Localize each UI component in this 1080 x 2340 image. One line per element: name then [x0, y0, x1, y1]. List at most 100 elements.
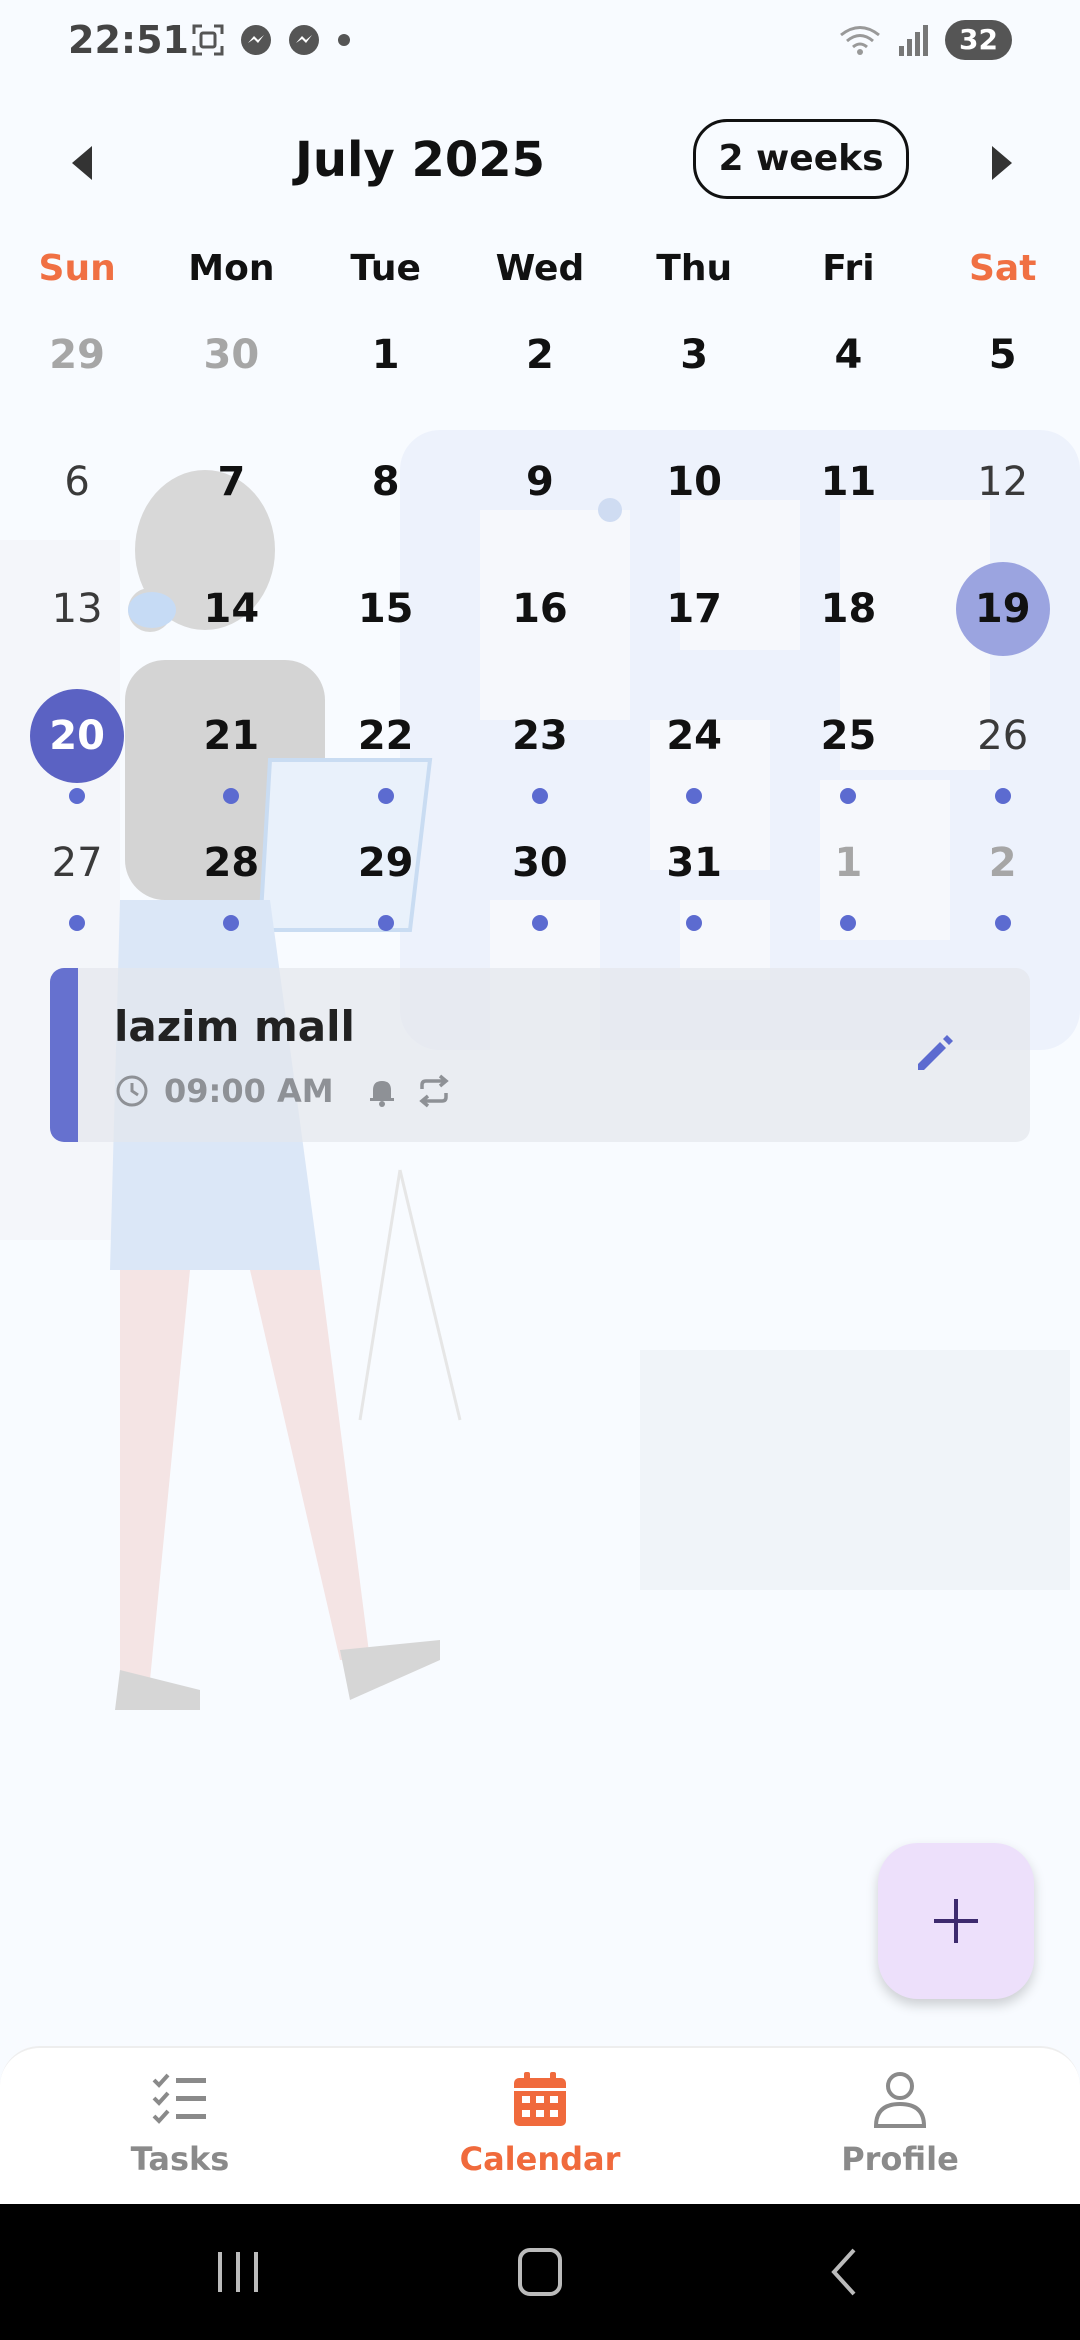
bottom-navigation: Tasks Calendar Profile	[0, 2046, 1080, 2206]
event-indicator-dot	[686, 788, 703, 804]
calendar-day-cell[interactable]: 26	[926, 691, 1080, 818]
weekday-label: Sun	[38, 248, 116, 289]
weekday-header: Sun Mon Tue Wed Thu Fri Sat	[0, 248, 1080, 308]
month-title: July 2025	[294, 132, 546, 188]
calendar-day-cell[interactable]: 30	[154, 310, 308, 437]
calendar-icon	[514, 2072, 566, 2126]
day-number: 22	[357, 713, 414, 759]
calendar-day-cell[interactable]: 11	[771, 437, 925, 564]
range-toggle-button[interactable]: 2 weeks	[693, 119, 909, 199]
calendar-day-cell[interactable]: 2	[926, 818, 1080, 945]
calendar-day-cell[interactable]: 3	[617, 310, 771, 437]
weekday-label: Wed	[495, 248, 585, 289]
next-arrow-icon[interactable]	[976, 138, 1026, 188]
status-bar: 22:51 32	[0, 0, 1080, 80]
nav-profile[interactable]: Profile	[800, 2068, 1000, 2178]
calendar-day-cell[interactable]: 29	[309, 818, 463, 945]
weekday-label: Sat	[969, 248, 1037, 289]
event-indicator-dot	[69, 788, 86, 804]
calendar-day-cell[interactable]: 25	[771, 691, 925, 818]
event-indicator-dot	[223, 788, 240, 804]
status-icons-right: 32	[837, 20, 1012, 60]
day-number: 5	[988, 332, 1017, 378]
calendar-day-cell[interactable]: 31	[617, 818, 771, 945]
day-number: 31	[666, 840, 723, 886]
calendar-day-cell[interactable]: 17	[617, 564, 771, 691]
calendar-day-cell[interactable]: 6	[0, 437, 154, 564]
event-title: lazim mall	[114, 1002, 355, 1051]
day-number: 18	[820, 586, 877, 632]
nav-calendar[interactable]: Calendar	[440, 2068, 640, 2178]
calendar-day-cell[interactable]: 20	[0, 689, 154, 818]
day-number: 16	[512, 586, 568, 632]
calendar-day-cell[interactable]: 13	[0, 564, 154, 691]
calendar-day-cell[interactable]: 12	[926, 437, 1080, 564]
calendar-day-cell[interactable]: 16	[463, 564, 617, 691]
calendar-day-cell[interactable]: 27	[0, 818, 154, 945]
calendar-day-cell[interactable]: 19	[926, 562, 1080, 691]
day-number: 30	[203, 332, 260, 378]
day-number: 28	[203, 840, 260, 886]
calendar-day-cell[interactable]: 1	[309, 310, 463, 437]
battery-icon: 32	[945, 20, 1012, 60]
calendar-day-cell[interactable]: 22	[309, 691, 463, 818]
day-number: 6	[64, 459, 90, 505]
calendar-day-cell[interactable]: 23	[463, 691, 617, 818]
calendar-day-cell[interactable]: 24	[617, 691, 771, 818]
messenger-icon	[289, 25, 319, 55]
edit-icon[interactable]	[910, 1028, 960, 1078]
checklist-icon	[152, 2073, 206, 2124]
calendar-day-cell[interactable]: 30	[463, 818, 617, 945]
calendar-week-row: 29 30 1 2 3 4 5	[0, 310, 1080, 437]
calendar-day-cell[interactable]: 14	[154, 564, 308, 691]
recent-apps-icon[interactable]	[198, 2242, 278, 2302]
nav-calendar-label: Calendar	[459, 2140, 621, 2178]
calendar-day-cell[interactable]: 28	[154, 818, 308, 945]
event-card[interactable]: lazim mall 09:00 AM	[50, 968, 1030, 1142]
calendar-day-cell[interactable]: 8	[309, 437, 463, 564]
calendar-day-cell[interactable]: 2	[463, 310, 617, 437]
calendar-day-cell[interactable]: 9	[463, 437, 617, 564]
nav-tasks[interactable]: Tasks	[80, 2068, 280, 2178]
day-number: 30	[512, 840, 568, 886]
add-event-button[interactable]	[878, 1843, 1034, 1999]
calendar-day-cell[interactable]: 7	[154, 437, 308, 564]
home-icon[interactable]	[500, 2242, 580, 2302]
day-number: 13	[51, 586, 103, 632]
calendar-grid: 29 30 1 2 3 4 5 6 7 8 9 10 11 12 13 14 15 16 17 18 19 20 21 22 2…	[0, 310, 1080, 945]
calendar-week-row: 13 14 15 16 17 18 19	[0, 562, 1080, 691]
wifi-icon	[840, 26, 880, 55]
event-indicator-dot	[531, 915, 548, 931]
system-navigation-bar	[0, 2204, 1080, 2340]
calendar-day-cell[interactable]: 15	[309, 564, 463, 691]
nav-tasks-label: Tasks	[130, 2140, 230, 2178]
calendar-day-cell[interactable]: 29	[0, 310, 154, 437]
event-indicator-dot	[994, 915, 1011, 931]
event-meta: 09:00 AM	[114, 1072, 454, 1110]
day-number: 9	[526, 459, 554, 505]
day-number: 7	[217, 459, 246, 505]
day-number: 29	[357, 840, 414, 886]
selected-day-number: 20	[30, 689, 125, 783]
day-number: 15	[357, 586, 414, 632]
previous-arrow-icon[interactable]	[58, 138, 108, 188]
calendar-day-cell[interactable]: 18	[771, 564, 925, 691]
event-indicator-dot	[377, 788, 394, 804]
plus-icon	[934, 1899, 978, 1943]
day-number: 4	[834, 332, 863, 378]
calendar-day-cell[interactable]: 10	[617, 437, 771, 564]
calendar-week-row: 20 21 22 23 24 25 26	[0, 689, 1080, 818]
person-icon	[873, 2072, 927, 2128]
screenshot-icon	[192, 24, 224, 56]
event-indicator-dot	[686, 915, 703, 931]
calendar-day-cell[interactable]: 5	[926, 310, 1080, 437]
back-icon[interactable]	[804, 2242, 884, 2302]
calendar-day-cell[interactable]: 1	[771, 818, 925, 945]
signal-icon	[899, 25, 929, 56]
calendar-day-cell[interactable]: 21	[154, 691, 308, 818]
day-number: 1	[834, 840, 863, 886]
day-number: 10	[666, 459, 723, 505]
day-number: 12	[977, 459, 1029, 505]
messenger-icon	[241, 25, 271, 55]
calendar-day-cell[interactable]: 4	[771, 310, 925, 437]
